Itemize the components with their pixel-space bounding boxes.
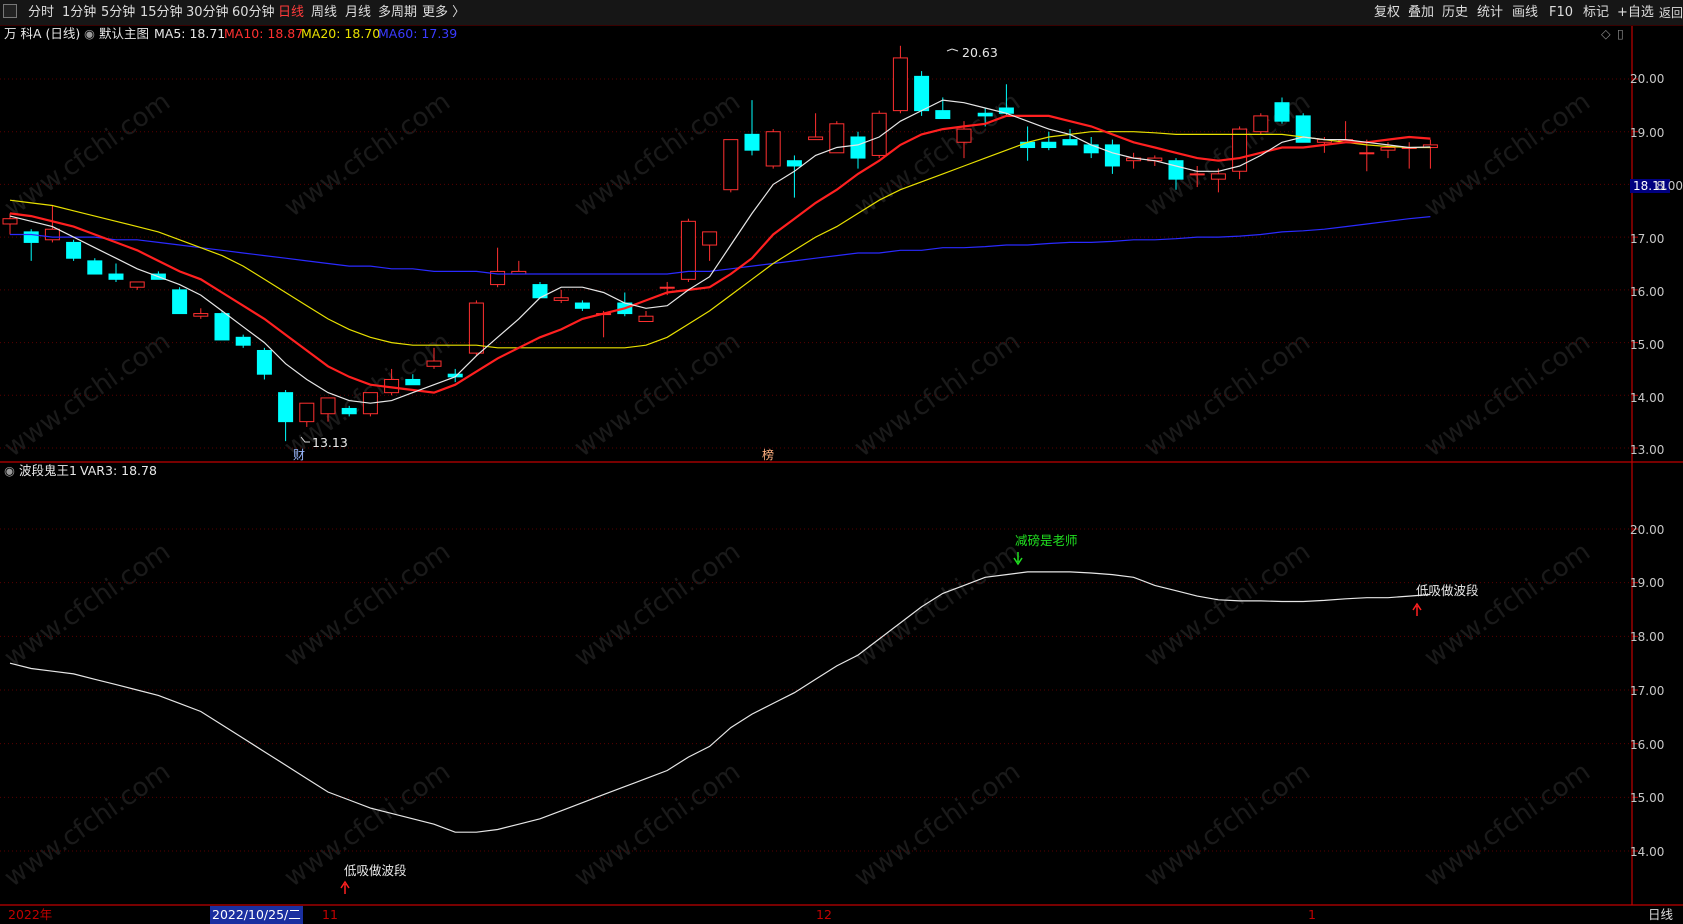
var3-line [9,571,1431,833]
candle-body [278,392,294,423]
indicator-axis-label: 20.00 [1630,523,1665,537]
candle-body [956,128,972,143]
candle-body [1274,102,1290,122]
candle-body [680,220,696,280]
candle-body [1210,173,1226,180]
candle-body [744,133,760,151]
candle-body [1380,147,1396,151]
candle-body [1168,160,1184,180]
price-axis-label: 14.00 [1630,391,1665,405]
candle-body [299,402,315,423]
ma-lines [9,99,1431,404]
ma60-line [10,216,1431,275]
candle-body [214,313,230,341]
grid-lines [0,78,1638,852]
price-axis-label: 16.00 [1630,285,1665,299]
candle-body [87,260,103,275]
buy-signal-label-2: 低吸做波段 [1416,583,1479,598]
candle-body [1104,144,1120,167]
candle-body [256,349,272,375]
ma10-line [9,114,1431,394]
candle-body [935,110,951,120]
candle-body [66,241,82,259]
month-label-12: 12 [816,907,832,922]
candle-body [1020,141,1036,149]
indicator-axis-label: 17.00 [1630,684,1665,698]
period-label: 日线 [1648,907,1674,922]
price-axis-label: 13.00 [1630,443,1665,457]
candle-body [1041,141,1057,149]
buy-signal-label-1: 低吸做波段 [344,863,407,878]
candle-body [765,131,781,167]
up-arrow-icon [340,880,350,894]
candle-body [1232,128,1248,172]
candle-body [914,75,930,112]
candle-body [320,397,336,415]
candle-body [235,336,251,346]
year-label: 2022年 [8,907,53,922]
candle-body [108,273,124,280]
candle-body [638,315,654,322]
candlestick-series [2,45,1438,442]
annotations: 20.63 13.13 财 榜 减磅是老师 低吸做波段 低吸做波段 [293,45,1479,894]
candle-body [129,281,145,288]
indicator-axis-label: 18.00 [1630,630,1665,644]
candle-body [871,112,887,156]
sell-signal-label: 减磅是老师 [1015,533,1078,548]
candle-body [426,360,442,367]
indicator-axis-label: 16.00 [1630,738,1665,752]
month-label-11: 11 [322,907,338,922]
candle-body [977,112,993,117]
up-arrow-icon [1412,602,1422,616]
event-marker-bang: 榜 [762,447,774,462]
indicator-axis-label: 19.00 [1630,576,1665,590]
candle-body [1062,139,1078,146]
candle-body [1253,115,1269,133]
price-axis-label: 20.00 [1630,72,1665,86]
ma5-line [9,99,1431,404]
indicator-axis-label: 14.00 [1630,845,1665,859]
high-marker-icon [946,48,959,52]
indicator-axis-label: 15.00 [1630,791,1665,805]
candle-body [850,136,866,159]
kline-chart[interactable]: 20.63 13.13 财 榜 减磅是老师 低吸做波段 低吸做波段 [0,0,1683,924]
down-arrow-icon [1013,552,1023,566]
high-label: 20.63 [962,45,998,60]
candle-body [786,160,802,167]
candle-body [808,136,824,141]
month-label-1: 1 [1308,907,1316,922]
price-axis-label: 17.00 [1630,232,1665,246]
candle-body [23,231,39,243]
cursor-date-label: 2022/10/25/二 [210,906,303,924]
candle-body [2,218,18,225]
candle-body [172,289,188,315]
candle-body [723,139,739,191]
candle-body [574,302,590,309]
candle-body [1189,173,1205,176]
stock-chart-app: 分时 1分钟 5分钟 15分钟 30分钟 60分钟 日线 周线 月线 多周期 更… [0,0,1683,924]
candle-body [553,297,569,301]
price-axis-label: 15.00 [1630,338,1665,352]
candle-body [341,407,357,415]
low-marker-icon [300,436,310,443]
candle-body [702,231,718,246]
low-label: 13.13 [312,435,348,450]
candle-body [892,57,908,112]
event-marker-cai: 财 [293,448,305,462]
price-axis-label: 18.00 [1657,179,1683,193]
candle-body [829,123,845,154]
candle-body [44,228,60,241]
candle-body [659,286,675,289]
var3-line-group [9,571,1431,833]
candle-body [1359,152,1375,155]
candle-body [193,313,209,317]
price-axis-label: 19.00 [1630,126,1665,140]
candle-body [405,378,421,386]
candle-body [1083,144,1099,154]
